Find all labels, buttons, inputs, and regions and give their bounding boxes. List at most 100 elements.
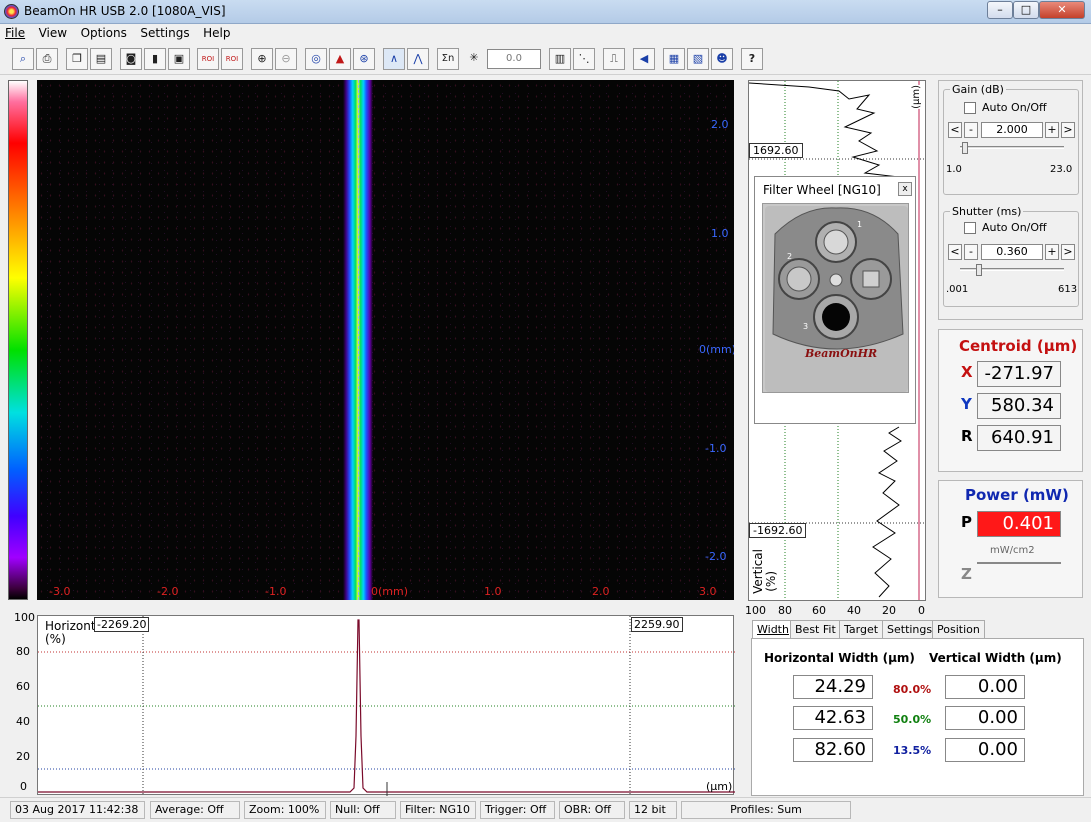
snapshot-icon[interactable]: ▣ — [168, 48, 190, 70]
gain-group: Gain (dB) Auto On/Off < - 2.000 + > 1.0 … — [943, 83, 1079, 195]
menu-help[interactable]: Help — [198, 24, 235, 42]
vprofile-unit: (µm) — [911, 85, 922, 109]
gain-auto-checkbox[interactable] — [964, 102, 976, 114]
shutter-decrease-button[interactable]: - — [964, 244, 978, 260]
shutter-auto-label: Auto On/Off — [982, 221, 1047, 234]
tab-width[interactable]: Width — [752, 620, 794, 639]
y-tick-label: 1.0 — [711, 227, 729, 240]
pattern-icon[interactable]: ▦ — [663, 48, 685, 70]
slot-label: 3 — [803, 322, 809, 331]
horizontal-profile-plot[interactable]: Horizontal (%) -2269.20 2259.90 (µm) — [37, 615, 735, 796]
width-tab-panel: Horizontal Width (µm) Vertical Width (µm… — [751, 638, 1084, 796]
gain-increase-button[interactable]: + — [1045, 122, 1059, 138]
shutter-group: Shutter (ms) Auto On/Off < - 0.360 + > .… — [943, 205, 1079, 307]
vertical-width-value: 0.00 — [945, 675, 1025, 699]
book-icon[interactable]: ▧ — [687, 48, 709, 70]
power-panel: Power (mW) P 0.401 mW/cm2 Z — [938, 480, 1083, 598]
hprofile-svg — [38, 616, 735, 796]
menu-file[interactable]: File — [0, 24, 30, 42]
power-z-label: Z — [961, 565, 972, 583]
status-bar: 03 Aug 2017 11:42:38 Average: Off Zoom: … — [0, 797, 1091, 822]
shutter-auto-checkbox[interactable] — [964, 222, 976, 234]
shutter-increase-fast-button[interactable]: > — [1061, 244, 1075, 260]
grid-icon[interactable]: ▥ — [549, 48, 571, 70]
filter-wheel-close-button[interactable]: x — [898, 182, 912, 196]
tab-target[interactable]: Target — [839, 620, 884, 639]
status-obr: OBR: Off — [559, 801, 625, 819]
camera-controls-panel: Gain (dB) Auto On/Off < - 2.000 + > 1.0 … — [938, 80, 1083, 320]
gain-increase-fast-button[interactable]: > — [1061, 122, 1075, 138]
menu-view[interactable]: View — [34, 24, 72, 42]
hprofile-y-tick: 20 — [16, 750, 30, 763]
centroid-title: Centroid (µm) — [959, 337, 1078, 355]
zoom-in-icon[interactable]: ⊕ — [251, 48, 273, 70]
roi-icon[interactable]: ROI — [197, 48, 219, 70]
gain-decrease-fast-button[interactable]: < — [948, 122, 962, 138]
shutter-slider-thumb[interactable] — [975, 264, 982, 276]
open-icon[interactable]: ⌕ — [12, 48, 34, 70]
vprofile-x-tick: 0 — [918, 604, 925, 617]
shutter-value-input[interactable]: 0.360 — [981, 244, 1043, 260]
sparkle-icon: ✳ — [469, 51, 479, 64]
user-icon[interactable]: ☻ — [711, 48, 733, 70]
gain-max-label: 23.0 — [1050, 164, 1073, 175]
horizontal-width-value: 82.60 — [793, 738, 873, 762]
diagonal-icon[interactable]: ⋱ — [573, 48, 595, 70]
gain-value-input[interactable]: 2.000 — [981, 122, 1043, 138]
print-icon[interactable]: ⎙ — [36, 48, 58, 70]
beam-image[interactable]: 2.0 1.0 0(mm) -1.0 -2.0 -3.0 -2.0 -1.0 0… — [37, 80, 734, 600]
tab-settings[interactable]: Settings — [882, 620, 938, 639]
film-icon[interactable]: ▮ — [144, 48, 166, 70]
y-tick-label: -2.0 — [705, 550, 727, 563]
multi-profile-icon[interactable]: ⋀ — [407, 48, 429, 70]
copy-icon[interactable]: ❐ — [66, 48, 88, 70]
filter-wheel-image[interactable]: 1 2 3 BeamOnHR — [762, 203, 909, 393]
gain-slider-track[interactable] — [960, 146, 1064, 149]
filter-wheel-window[interactable]: Filter Wheel [NG10] x 1 2 3 BeamOnHR — [754, 176, 916, 424]
power-p-label: P — [961, 513, 972, 531]
gain-title: Gain (dB) — [950, 83, 1006, 96]
zoom-out-icon[interactable]: ⊖ — [275, 48, 297, 70]
menu-options[interactable]: Options — [76, 24, 132, 42]
tab-position[interactable]: Position — [932, 620, 985, 639]
y-tick-label: -1.0 — [705, 442, 727, 455]
toolbar: ⌕ ⎙ ❐ ▤ ◙ ▮ ▣ ROI ROI ⊕ ⊖ ◎ ▲ ⊛ ∧ ⋀ Σn ✳… — [0, 44, 1091, 75]
minimize-button[interactable]: – — [987, 1, 1013, 19]
paste-icon[interactable]: ▤ — [90, 48, 112, 70]
centroid-r-value: 640.91 — [977, 425, 1061, 451]
status-datetime: 03 Aug 2017 11:42:38 — [10, 801, 145, 819]
shutter-max-label: 613 — [1058, 284, 1078, 295]
clip-level-pct: 50.0% — [893, 713, 932, 726]
hprofile-y-tick: 0 — [20, 780, 27, 793]
sum-icon[interactable]: Σn — [437, 48, 459, 70]
maximize-button[interactable]: □ — [1013, 1, 1039, 19]
top-marker-value: 1692.60 — [749, 143, 803, 158]
help-icon[interactable]: ? — [741, 48, 763, 70]
gain-decrease-button[interactable]: - — [964, 122, 978, 138]
left-marker-value: -2269.20 — [94, 617, 150, 632]
x-tick-label: -1.0 — [265, 585, 287, 598]
close-button[interactable]: ✕ — [1039, 1, 1085, 19]
target-icon[interactable]: ⊛ — [353, 48, 375, 70]
tab-best-fit[interactable]: Best Fit — [790, 620, 841, 639]
menu-bar: File View Options Settings Help — [0, 24, 1091, 44]
3d-view-icon[interactable]: ▲ — [329, 48, 351, 70]
roi-2-icon[interactable]: ROI — [221, 48, 243, 70]
menu-settings[interactable]: Settings — [135, 24, 194, 42]
shutter-increase-button[interactable]: + — [1045, 244, 1059, 260]
speaker-icon[interactable]: ◀ — [633, 48, 655, 70]
vertical-width-title: Vertical Width (µm) — [929, 651, 1062, 665]
vprofile-x-tick: 60 — [812, 604, 826, 617]
zoom-input[interactable]: 0.0 — [487, 49, 541, 69]
profile-icon[interactable]: ∧ — [383, 48, 405, 70]
window-title: BeamOn HR USB 2.0 [1080A_VIS] — [24, 4, 226, 18]
shutter-decrease-fast-button[interactable]: < — [948, 244, 962, 260]
hprofile-unit: (%) — [45, 632, 66, 646]
gain-slider-thumb[interactable] — [961, 142, 968, 154]
app-icon[interactable] — [4, 4, 19, 19]
camera-icon[interactable]: ◙ — [120, 48, 142, 70]
contour-icon[interactable]: ◎ — [305, 48, 327, 70]
centroid-x-label: X — [961, 363, 973, 381]
pulse-icon[interactable]: ⎍ — [603, 48, 625, 70]
power-density-unit: mW/cm2 — [990, 545, 1035, 556]
